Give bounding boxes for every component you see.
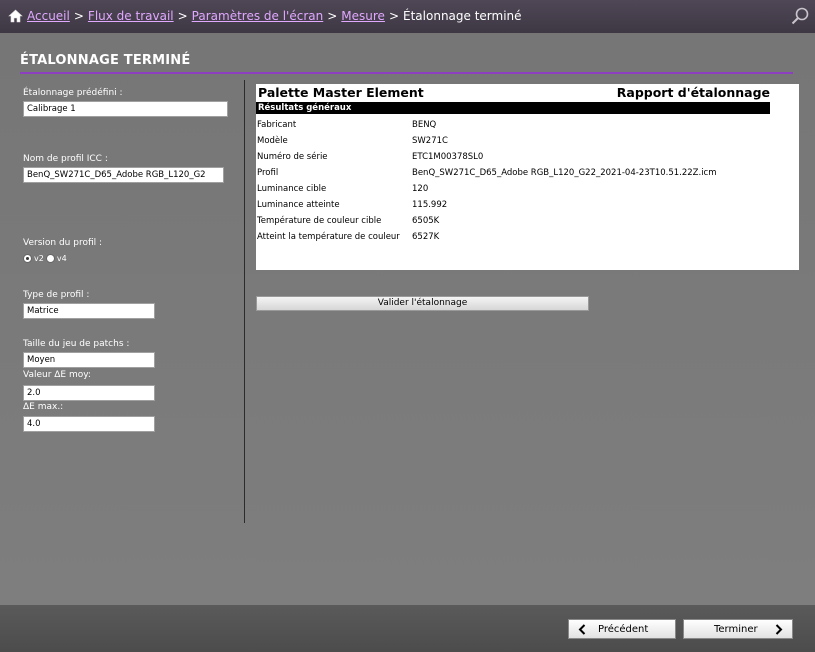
report-row-value: 120 bbox=[412, 184, 429, 194]
report-row-value: BENQ bbox=[412, 120, 437, 130]
icc-profile-input[interactable]: BenQ_SW271C_D65_Adobe RGB_L120_G2 bbox=[23, 167, 224, 183]
avg-de-value: 2.0 bbox=[27, 388, 41, 398]
chevron-right-icon bbox=[775, 624, 783, 635]
chevron-left-icon bbox=[578, 624, 586, 635]
patch-size-value: Moyen bbox=[27, 355, 56, 365]
report-row-value: SW271C bbox=[412, 136, 448, 146]
profile-type-select[interactable]: Matrice bbox=[23, 303, 155, 319]
preset-label: Étalonnage prédéfini : bbox=[23, 88, 123, 98]
calibration-report: Palette Master Element Rapport d'étalonn… bbox=[256, 84, 799, 270]
report-title: Rapport d'étalonnage bbox=[616, 85, 770, 100]
report-row-value: ETC1M00378SL0 bbox=[412, 152, 484, 162]
preset-value: Calibrage 1 bbox=[27, 104, 76, 114]
report-row-value: 6505K bbox=[412, 216, 440, 226]
panel-divider bbox=[244, 80, 245, 523]
previous-button-label: Précédent bbox=[598, 624, 649, 635]
breadcrumb-separator: > bbox=[388, 9, 400, 23]
title-divider bbox=[20, 72, 793, 74]
patch-size-label: Taille du jeu de patchs : bbox=[23, 339, 130, 349]
profile-version-radio-group: v2 v4 bbox=[23, 254, 67, 263]
report-section-header: Résultats généraux bbox=[256, 102, 770, 114]
profile-version-label: Version du profil : bbox=[23, 238, 103, 248]
report-row-key: Luminance cible bbox=[257, 184, 327, 194]
report-row-key: Atteint la température de couleur bbox=[257, 232, 400, 242]
report-row-key: Température de couleur cible bbox=[257, 216, 382, 226]
report-row-key: Fabricant bbox=[257, 120, 297, 130]
breadcrumb-current: Étalonnage terminé bbox=[403, 9, 522, 23]
main-content: ÉTALONNAGE TERMINÉ Étalonnage prédéfini … bbox=[0, 33, 815, 605]
avg-de-label: Valeur ΔE moy: bbox=[23, 370, 91, 380]
report-row-key: Profil bbox=[257, 168, 279, 178]
report-row-value: 115.992 bbox=[412, 200, 448, 210]
search-icon[interactable] bbox=[790, 6, 810, 26]
report-app-name: Palette Master Element bbox=[258, 85, 424, 100]
avg-de-select[interactable]: 2.0 bbox=[23, 385, 155, 401]
breadcrumb-separator: > bbox=[327, 9, 338, 23]
radio-v2-label: v2 bbox=[34, 254, 44, 263]
validate-calibration-button[interactable]: Valider l'étalonnage bbox=[256, 296, 589, 311]
breadcrumb-home[interactable]: Accueil bbox=[27, 9, 70, 23]
breadcrumb-separator: > bbox=[73, 9, 84, 23]
radio-v4-label: v4 bbox=[56, 254, 67, 263]
report-row-key: Numéro de série bbox=[257, 152, 328, 162]
max-de-select[interactable]: 4.0 bbox=[23, 416, 155, 432]
home-icon[interactable] bbox=[8, 9, 23, 23]
breadcrumb-separator: > bbox=[177, 9, 188, 23]
report-row-key: Modèle bbox=[257, 136, 288, 146]
report-row-key: Luminance atteinte bbox=[257, 200, 340, 210]
max-de-value: 4.0 bbox=[27, 419, 41, 429]
previous-button[interactable]: Précédent bbox=[568, 619, 676, 639]
report-row-value: 6527K bbox=[412, 232, 440, 242]
max-de-label: ΔE max.: bbox=[23, 402, 64, 412]
patch-size-select[interactable]: Moyen bbox=[23, 352, 155, 368]
profile-type-label: Type de profil : bbox=[23, 290, 90, 300]
finish-button-label: Terminer bbox=[714, 624, 758, 635]
breadcrumb-display-settings[interactable]: Paramètres de l'écran bbox=[192, 9, 324, 23]
breadcrumb-workflow[interactable]: Flux de travail bbox=[88, 9, 174, 23]
radio-v2[interactable] bbox=[23, 254, 32, 263]
report-row-value: BenQ_SW271C_D65_Adobe RGB_L120_G22_2021-… bbox=[412, 168, 717, 178]
page-title: ÉTALONNAGE TERMINÉ bbox=[20, 53, 191, 68]
breadcrumb: Accueil > Flux de travail > Paramètres de l'… bbox=[27, 9, 522, 23]
preset-select[interactable]: Calibrage 1 bbox=[23, 101, 228, 117]
profile-type-value: Matrice bbox=[27, 306, 59, 316]
footer: Précédent Terminer bbox=[0, 605, 815, 652]
top-bar: Accueil > Flux de travail > Paramètres de l'… bbox=[0, 0, 815, 33]
finish-button[interactable]: Terminer bbox=[683, 619, 793, 639]
radio-v4[interactable] bbox=[45, 254, 55, 263]
breadcrumb-measure[interactable]: Mesure bbox=[341, 9, 385, 23]
icc-profile-label: Nom de profil ICC : bbox=[23, 154, 108, 164]
